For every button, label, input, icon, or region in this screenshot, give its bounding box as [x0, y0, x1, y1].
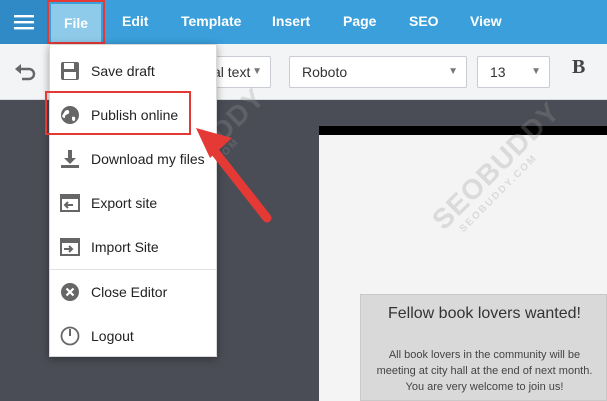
chevron-down-icon: ▼ — [531, 66, 541, 77]
font-size-select[interactable]: 13 ▼ — [477, 56, 550, 88]
menu-insert[interactable]: Insert — [272, 0, 310, 44]
content-card[interactable]: Fellow book lovers wanted! All book love… — [360, 294, 607, 401]
publish-online-highlight — [45, 91, 191, 135]
card-title: Fellow book lovers wanted! — [388, 305, 581, 322]
download-icon — [61, 150, 79, 168]
font-family-select[interactable]: Roboto ▼ — [289, 56, 467, 88]
undo-button[interactable] — [0, 44, 50, 100]
card-line-3: You are very welcome to join us! — [405, 381, 564, 393]
menu-template[interactable]: Template — [181, 0, 241, 44]
menu-item-label: Export site — [91, 195, 158, 211]
chevron-down-icon: ▼ — [252, 66, 262, 77]
card-line-1: All book lovers in the community will be — [388, 349, 581, 361]
undo-icon — [15, 64, 36, 81]
chevron-down-icon: ▼ — [448, 66, 458, 77]
menu-item-label: Close Editor — [91, 284, 168, 300]
menu-item-label: Save draft — [91, 63, 155, 79]
power-icon — [60, 326, 80, 346]
menu-item-save-draft[interactable]: Save draft — [50, 49, 216, 93]
card-body: All book lovers in the community will be… — [361, 347, 607, 395]
menu-item-import-site[interactable]: Import Site — [50, 225, 216, 269]
hamburger-menu-button[interactable] — [0, 0, 48, 44]
hamburger-icon — [14, 15, 34, 30]
import-icon — [60, 238, 80, 256]
menu-edit[interactable]: Edit — [122, 0, 148, 44]
menu-seo[interactable]: SEO — [409, 0, 439, 44]
save-icon — [61, 62, 79, 80]
menu-page[interactable]: Page — [343, 0, 376, 44]
card-line-2: meeting at city hall at the end of next … — [376, 365, 593, 377]
export-icon — [60, 194, 80, 212]
menu-file[interactable]: File — [51, 4, 101, 42]
menu-view[interactable]: View — [470, 0, 502, 44]
file-menu-highlight: File — [47, 0, 105, 44]
menu-item-label: Import Site — [91, 239, 159, 255]
bold-button[interactable]: B — [572, 56, 585, 79]
menu-item-label: Logout — [91, 328, 134, 344]
font-size-value: 13 — [490, 64, 506, 80]
text-style-value: al text — [213, 64, 251, 80]
close-circle-icon — [61, 283, 79, 301]
font-family-value: Roboto — [302, 64, 348, 80]
menu-item-logout[interactable]: Logout — [50, 314, 216, 358]
menu-item-close-editor[interactable]: Close Editor — [50, 270, 216, 314]
menu-item-label: Download my files — [91, 151, 205, 167]
top-menubar: File Edit Template Insert Page SEO View — [0, 0, 607, 44]
pointer-arrow-icon — [196, 128, 272, 223]
